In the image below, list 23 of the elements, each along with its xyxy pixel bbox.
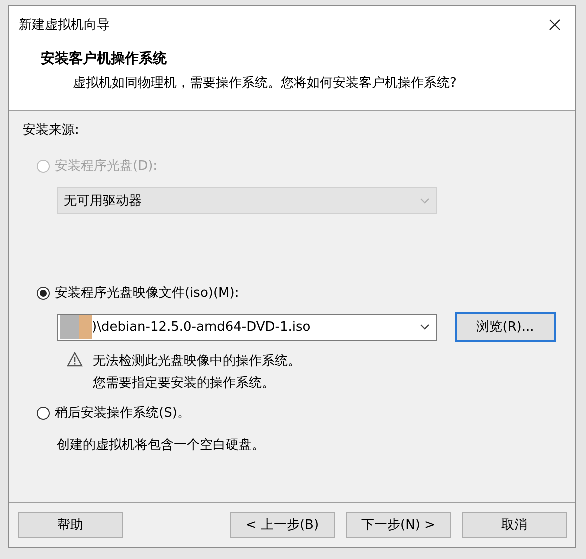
redaction-block [60, 315, 92, 339]
dropdown-caret-icon [420, 198, 430, 204]
warning-text: 您需要指定要安装的操作系统。 [93, 375, 276, 392]
option-label: 稍后安装操作系统(S)。 [55, 405, 190, 422]
browse-button[interactable]: 浏览(R)... [455, 312, 556, 342]
warning-icon [67, 352, 83, 367]
window-title: 新建虚拟机向导 [19, 17, 110, 34]
radio-button[interactable] [37, 406, 50, 420]
nav-button[interactable]: 下一步(N) > [346, 512, 451, 538]
radio-button[interactable] [37, 286, 50, 300]
help-button[interactable]: 帮助 [18, 512, 123, 538]
option-label: 安装程序光盘(D): [55, 158, 158, 175]
warning-text: 无法检测此光盘映像中的操作系统。 [93, 353, 301, 370]
page-title: 安装客户机操作系统 [41, 50, 168, 68]
note-text: 创建的虚拟机将包含一个空白硬盘。 [57, 437, 266, 454]
nav-button[interactable]: 取消 [462, 512, 567, 538]
nav-button[interactable]: < 上一步(B) [230, 512, 335, 538]
section-label: 安装来源: [23, 122, 80, 139]
option-label: 安装程序光盘映像文件(iso)(M): [55, 285, 240, 302]
page-subtitle: 虚拟机如同物理机，需要操作系统。您将如何安装客户机操作系统? [73, 75, 458, 92]
close-icon[interactable] [549, 19, 561, 31]
iso-path-combo[interactable]: )\debian-12.5.0-amd64-DVD-1.iso [57, 314, 437, 340]
dropdown-caret-icon [420, 324, 430, 330]
